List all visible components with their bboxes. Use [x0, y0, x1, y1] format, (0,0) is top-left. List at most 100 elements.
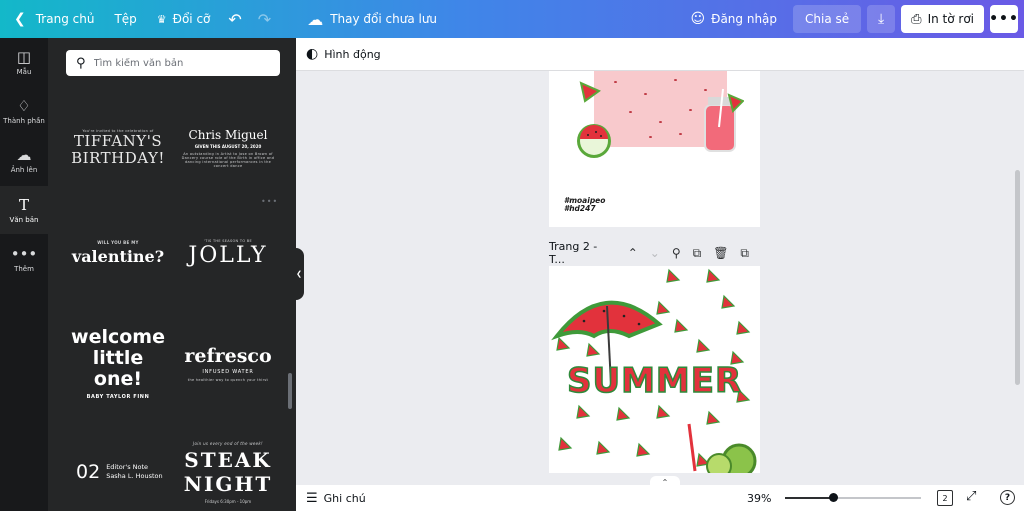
- text-panel: ⚲ You're invited to the celebration of T…: [48, 38, 296, 511]
- redo-button[interactable]: ↷: [250, 0, 279, 38]
- template-heading: refresco: [184, 344, 272, 367]
- animate-button[interactable]: Hình động: [324, 48, 380, 61]
- lock-icon[interactable]: ⚲: [672, 246, 681, 260]
- rail-item-more[interactable]: ••• Thêm: [0, 235, 48, 283]
- text-template-welcome[interactable]: welcome little one! BABY TAYLOR FINN: [68, 323, 168, 403]
- elements-icon: ♢: [17, 96, 31, 115]
- template-footer-text: Fridays 6:30pm - 10pm: [204, 498, 252, 504]
- template-heading: JOLLY: [188, 242, 268, 268]
- search-box[interactable]: ⚲: [66, 50, 280, 76]
- notes-button[interactable]: ☰ Ghi chú: [306, 491, 366, 506]
- hashtag-block: #moaipeo #hd247: [564, 197, 605, 213]
- file-menu-button[interactable]: Tệp: [104, 0, 146, 38]
- login-button[interactable]: ☺ Đăng nhập: [681, 5, 787, 33]
- footer-bar: ☰ Ghi chú 39% 2 ⤢ ?: [296, 485, 1024, 511]
- help-icon: ?: [1004, 492, 1011, 503]
- rail-label: Thành phần: [3, 116, 45, 125]
- more-icon: •••: [10, 244, 38, 263]
- template-heading-line: welcome: [71, 325, 165, 348]
- print-icon: ⎙: [911, 11, 922, 27]
- seed-dot: [644, 93, 647, 95]
- text-template-certificate[interactable]: Chris Miguel GIVEN THIS AUGUST 20, 2020 …: [178, 108, 278, 188]
- seed-dot: [689, 109, 692, 111]
- text-template-steak-night[interactable]: Join us every end of the week! STEAK NIG…: [178, 432, 278, 511]
- text-template-refresco[interactable]: refresco INFUSED WATER the healthier way…: [178, 323, 278, 403]
- seed-dot: [679, 133, 682, 135]
- undo-icon: ↶: [228, 9, 242, 29]
- template-heading-line: NIGHT: [183, 471, 273, 496]
- resize-button[interactable]: ♛ Đổi cỡ: [147, 0, 221, 38]
- chevron-up-icon[interactable]: ⌃: [628, 246, 638, 260]
- fullscreen-icon[interactable]: ⤢: [966, 489, 976, 504]
- help-button[interactable]: ?: [1000, 490, 1015, 505]
- summer-title: SUMMER: [566, 360, 743, 402]
- rail-label: Ảnh lên: [10, 165, 38, 174]
- template-heading-line: BIRTHDAY!: [71, 149, 165, 167]
- animate-icon[interactable]: ◐: [306, 46, 318, 62]
- chevron-left-icon: ❮: [14, 11, 26, 27]
- print-button[interactable]: ⎙ In tờ rơi: [901, 5, 984, 33]
- template-small-text: Join us every end of the week!: [193, 440, 263, 446]
- text-template-valentine[interactable]: WILL YOU BE MY valentine?: [68, 213, 168, 293]
- cloud-icon: ☁: [307, 9, 324, 29]
- notes-label: Ghi chú: [323, 491, 366, 505]
- share-button[interactable]: Chia sẻ: [793, 5, 862, 33]
- template-options-icon[interactable]: •••: [261, 197, 278, 206]
- rail-label: Mẫu: [16, 67, 32, 76]
- template-heading: Chris Miguel: [188, 128, 268, 142]
- page-count-button[interactable]: 2: [937, 490, 953, 506]
- template-subheading: GIVEN THIS AUGUST 20, 2020: [194, 144, 262, 149]
- seed-dot: [614, 81, 617, 83]
- text-icon: T: [18, 195, 29, 214]
- canvas-toolbar: ◐ Hình động: [296, 38, 1024, 71]
- text-template-editors-note[interactable]: 02 Editor's Note Sasha L. Houston: [68, 432, 168, 511]
- canvas-scrollbar[interactable]: [1015, 170, 1020, 385]
- more-icon: •••: [989, 11, 1019, 27]
- template-number: 02: [76, 461, 101, 483]
- download-icon: ⤓: [878, 11, 885, 27]
- duplicate-icon[interactable]: ⧉: [693, 246, 702, 261]
- chevron-left-icon: ❮: [296, 270, 302, 278]
- design-page-2[interactable]: SUMMER: [549, 266, 760, 473]
- download-button[interactable]: ⤓: [867, 5, 896, 33]
- search-icon: ⚲: [76, 55, 86, 71]
- template-heading-line: STEAK: [184, 447, 272, 472]
- seed-dot: [659, 121, 662, 123]
- side-rail: ◫ Mẫu ♢ Thành phần ☁ Ảnh lên T Văn bản •…: [0, 38, 48, 511]
- rail-item-uploads[interactable]: ☁ Ảnh lên: [0, 136, 48, 184]
- more-options-button[interactable]: •••: [989, 5, 1019, 33]
- seed-dot: [674, 79, 677, 81]
- save-status[interactable]: ☁ Thay đổi chưa lưu: [297, 0, 447, 38]
- zoom-level[interactable]: 39%: [747, 492, 771, 505]
- upload-cloud-icon: ☁: [16, 145, 32, 164]
- home-button[interactable]: ❮ Trang chủ: [0, 0, 104, 38]
- print-label: In tờ rơi: [927, 12, 974, 26]
- panel-scrollbar[interactable]: [288, 373, 292, 409]
- rail-item-elements[interactable]: ♢ Thành phần: [0, 87, 48, 135]
- add-page-icon[interactable]: ⧉: [740, 246, 749, 261]
- chevron-down-icon[interactable]: ⌄: [650, 246, 660, 260]
- page-2-title[interactable]: Trang 2 - T...: [549, 240, 606, 266]
- rail-item-templates[interactable]: ◫ Mẫu: [0, 38, 48, 86]
- text-template-birthday[interactable]: You're invited to the celebration of TIF…: [68, 108, 168, 188]
- template-line: Sasha L. Houston: [106, 472, 163, 480]
- undo-button[interactable]: ↶: [220, 0, 249, 38]
- trash-icon[interactable]: 🗑: [713, 246, 728, 260]
- notes-icon: ☰: [306, 490, 318, 506]
- design-page-1[interactable]: #moaipeo #hd247: [549, 71, 760, 227]
- rail-label: Văn bản: [9, 215, 39, 224]
- template-line: Editor's Note: [106, 463, 149, 471]
- rail-item-text[interactable]: T Văn bản: [0, 186, 48, 234]
- share-label: Chia sẻ: [805, 12, 850, 26]
- search-input[interactable]: [93, 57, 254, 69]
- zoom-slider[interactable]: [785, 493, 921, 502]
- template-small-text: An outstanding in Artist to Jose on Brow…: [181, 152, 275, 168]
- text-template-jolly[interactable]: 'TIS THE SEASON TO BE JOLLY: [178, 213, 278, 293]
- template-small-text: WILL YOU BE MY: [97, 240, 139, 245]
- zoom-slider-knob[interactable]: [828, 493, 838, 502]
- template-heading-line: TIFFANY'S: [73, 132, 163, 150]
- watermelon-icon: [577, 124, 611, 158]
- seed-dot: [629, 111, 632, 113]
- collapse-panel-button[interactable]: ❮: [294, 248, 304, 300]
- watermelon-slice-icon: [579, 81, 601, 103]
